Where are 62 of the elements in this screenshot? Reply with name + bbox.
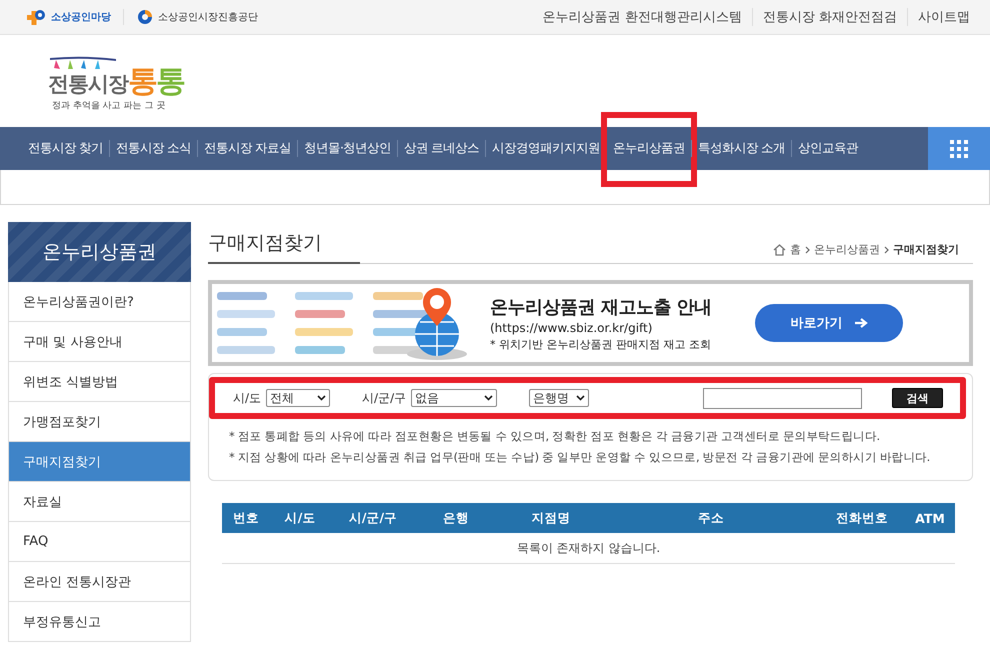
- nav-item[interactable]: 전통시장 자료실: [198, 140, 297, 157]
- sidebar-item[interactable]: 위변조 식별방법: [8, 362, 191, 402]
- menu-icon: [950, 140, 968, 158]
- column-header: 주소: [697, 510, 725, 526]
- field-label: 시/도: [233, 390, 262, 406]
- empty-message: 목록이 존재하지 않습니다.: [222, 533, 955, 564]
- caret-icon: [317, 395, 326, 401]
- page-title: 구매지점찾기: [208, 230, 360, 264]
- breadcrumb-item[interactable]: 홈: [790, 242, 801, 257]
- nav-item[interactable]: 온누리상품권: [606, 140, 691, 157]
- field-label: 시/군/구: [362, 390, 406, 406]
- nav-item[interactable]: 전통시장 찾기: [22, 140, 109, 157]
- caret-icon: [576, 395, 586, 401]
- logo-wordmark[interactable]: 전통시장통통: [48, 67, 184, 98]
- search-button[interactable]: 검색: [892, 388, 944, 408]
- column-header: 시/도: [284, 510, 316, 526]
- search-field[interactable]: [703, 388, 862, 408]
- column-header: 시/군/구: [348, 510, 398, 526]
- notice-text: * 지점 상황에 따라 온누리상품권 취급 업무(판매 또는 수납) 중 일부만 운영할 수 있으므로, 방문전 각 금융기관에 문의하시기 바랍니다.: [228, 449, 932, 466]
- chevron-icon: [805, 246, 810, 254]
- sidebar-item[interactable]: 부정유통신고: [8, 602, 191, 642]
- sidebar-item[interactable]: 구매지점찾기: [8, 442, 191, 482]
- home-icon: [773, 244, 786, 256]
- logo-tagline: 정과 추억을 사고 파는 그 곳: [51, 100, 166, 112]
- chevron-icon: [884, 246, 889, 254]
- banner-url: (https://www.sbiz.or.kr/gift): [490, 320, 654, 334]
- nav-item[interactable]: 상인교육관: [792, 140, 864, 157]
- arrow-right-icon: [854, 318, 868, 328]
- nav-item[interactable]: 시장경영패키지지원: [486, 140, 606, 157]
- sidebar-item[interactable]: 온누리상품권이란?: [8, 282, 191, 322]
- nav-item[interactable]: 상권 르네상스: [398, 140, 485, 157]
- breadcrumb-item: 구매지점찾기: [893, 242, 959, 257]
- dropdown[interactable]: 없음: [411, 389, 498, 407]
- nav-item[interactable]: 청년몰·청년상인: [298, 140, 397, 157]
- plus-logo-icon: [27, 9, 47, 25]
- breadcrumb-item[interactable]: 온누리상품권: [814, 242, 880, 257]
- column-header: 지점명: [530, 510, 572, 526]
- nav-item[interactable]: 전통시장 소식: [110, 140, 197, 157]
- sidebar-item[interactable]: 온라인 전통시장관: [8, 562, 191, 602]
- sidebar-item[interactable]: 구매 및 사용안내: [8, 322, 191, 362]
- top-link[interactable]: 온누리상품권 환전대행관리시스템: [532, 8, 752, 26]
- top-link[interactable]: 사이트맵: [907, 8, 970, 26]
- column-header: 전화번호: [835, 510, 889, 526]
- banner-note: * 위치기반 온누리상품권 판매지점 재고 조회: [490, 336, 712, 352]
- go-button[interactable]: 바로가기: [755, 304, 903, 342]
- column-header: 은행: [442, 510, 470, 526]
- swirl-logo-icon: [136, 9, 154, 25]
- brand-link[interactable]: 소상공인시장진흥공단: [158, 10, 258, 24]
- dropdown[interactable]: 은행명: [529, 389, 590, 407]
- top-link[interactable]: 전통시장 화재안전점검: [752, 8, 907, 26]
- menu-button[interactable]: [928, 127, 990, 170]
- sidebar-title: 온누리상품권: [8, 222, 191, 282]
- banner-title: 온누리상품권 재고노출 안내: [490, 296, 712, 318]
- sidebar-item[interactable]: 자료실: [8, 482, 191, 522]
- column-header: ATM: [914, 510, 946, 526]
- brand-link[interactable]: 소상공인마당: [51, 10, 111, 24]
- nav-item[interactable]: 특성화시장 소개: [692, 140, 791, 157]
- caret-icon: [484, 395, 494, 401]
- dropdown[interactable]: 전체: [266, 389, 330, 407]
- column-header: 번호: [232, 510, 260, 526]
- sidebar-item[interactable]: FAQ: [8, 522, 191, 562]
- notice-text: * 점포 통폐합 등의 사유에 따라 점포현황은 변동될 수 있으며, 정확한 점포 현황은 각 금융기관 고객센터로 문의부탁드립니다.: [228, 428, 881, 445]
